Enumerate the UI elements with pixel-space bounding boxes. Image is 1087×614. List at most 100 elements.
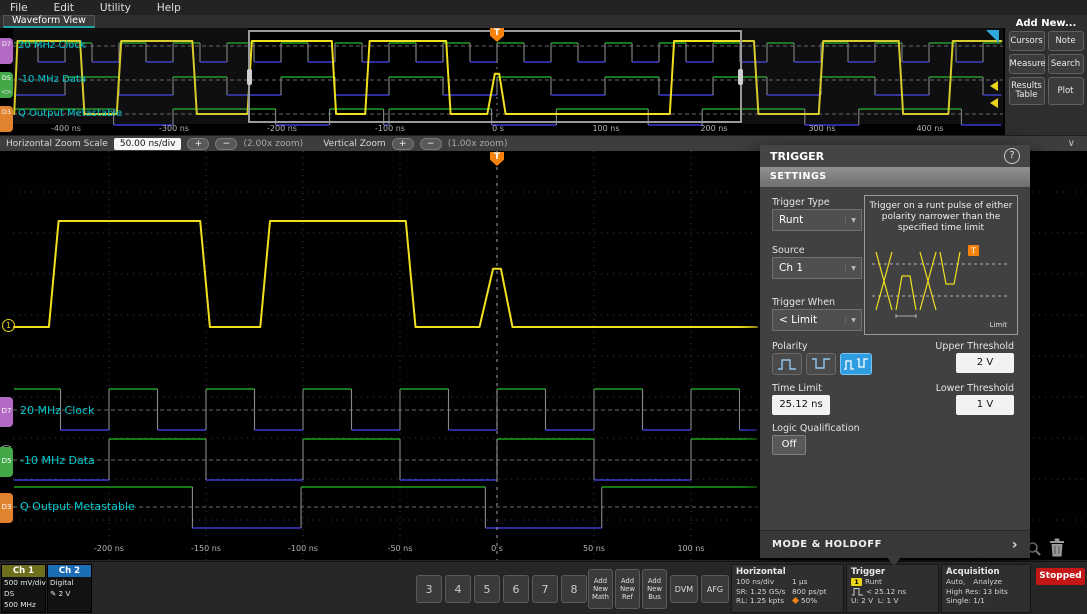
h-zoom-out-button[interactable]: − (215, 137, 238, 150)
lower-threshold-label: Lower Threshold (935, 383, 1014, 394)
channel-8-button[interactable]: 8 (561, 575, 587, 603)
add-new-title: Add New... (1015, 18, 1077, 29)
channel-6-button[interactable]: 6 (503, 575, 529, 603)
source-dropdown[interactable]: Ch 1 ▼ (772, 257, 862, 279)
help-button[interactable]: ? (1004, 148, 1020, 164)
main-badge-d7[interactable]: D7 (0, 397, 13, 427)
main-channel-label-data: -10 MHz Data (20, 454, 95, 467)
menu-bar: File Edit Utility Help (0, 0, 1087, 15)
time-tick-label: 300 ns (808, 124, 836, 133)
trigger-type-dropdown[interactable]: Runt ▼ (772, 209, 862, 231)
add-measure-button[interactable]: Measure (1008, 54, 1046, 74)
time-limit-value[interactable]: 25.12 ns (772, 395, 830, 415)
channel-5-button[interactable]: 5 (474, 575, 500, 603)
v-zoom-factor: (1.00x zoom) (447, 138, 508, 149)
trigger-position-icon (791, 597, 800, 605)
zoom-window[interactable] (247, 30, 743, 123)
h-zoom-scale-value[interactable]: 50.00 ns/div (113, 137, 182, 150)
time-tick-label: -200 ns (94, 544, 124, 553)
trigger-when-dropdown[interactable]: < Limit ▼ (772, 309, 862, 331)
add-search-button[interactable]: Search (1047, 54, 1084, 74)
main-badge-d3[interactable]: D3 (0, 493, 13, 523)
collapse-chevron-icon[interactable]: ∨ (1068, 138, 1075, 149)
expand-icon[interactable]: <> (1, 88, 12, 96)
time-tick-label: -100 ns (375, 124, 405, 133)
source-label: Source (772, 245, 805, 256)
overview-channel-label-q: Q Output Metastable (18, 108, 123, 119)
polarity-positive-button[interactable] (772, 353, 802, 375)
caret-down-icon: ▼ (845, 216, 861, 224)
add-note-button[interactable]: Note (1047, 31, 1084, 51)
polarity-label: Polarity (772, 341, 808, 352)
lower-threshold-value[interactable]: 1 V (956, 395, 1014, 415)
main-channel-label-clock: 20 MHz Clock (20, 404, 95, 417)
time-tick-label: 0 s (492, 124, 504, 133)
menu-help[interactable]: Help (157, 2, 181, 14)
zoom-window-left-handle[interactable] (247, 68, 252, 85)
trigger-settings-tile[interactable]: Trigger 1 Runt < 25.12 ns U: 2 V L: 1 V (846, 564, 939, 613)
time-tick-label: 100 ns (592, 124, 620, 133)
time-tick-label: -200 ns (267, 124, 297, 133)
overview-channel-label-data: -10 MHz Data (18, 74, 86, 85)
polarity-negative-button[interactable] (806, 353, 836, 375)
ch1-badge-tile[interactable]: Ch 1 500 mV/div DS 500 MHz (1, 564, 46, 613)
dvm-button[interactable]: DVM (670, 575, 698, 603)
add-results-table-button[interactable]: Results Table (1008, 77, 1045, 105)
trigger-source-badge: 1 (851, 577, 862, 586)
logic-qualification-label: Logic Qualification (772, 423, 860, 434)
time-tick-label: 50 ns (583, 544, 605, 553)
upper-threshold-value[interactable]: 2 V (956, 353, 1014, 373)
time-tick-label: 0 s (491, 544, 503, 553)
add-new-bus-button[interactable]: Add New Bus (642, 569, 667, 609)
afg-button[interactable]: AFG (701, 575, 729, 603)
add-plot-button[interactable]: Plot (1047, 77, 1084, 105)
channel-marker-arrow-icon (990, 98, 998, 108)
h-zoom-in-button[interactable]: + (187, 137, 210, 150)
upper-threshold-label: Upper Threshold (935, 341, 1014, 352)
trash-icon[interactable] (1049, 538, 1065, 561)
tab-waveform-view[interactable]: Waveform View (3, 15, 95, 28)
polarity-either-button[interactable] (840, 353, 872, 375)
mode-holdoff-section[interactable]: MODE & HOLDOFF › (760, 530, 1030, 558)
ch1-waveform-handle[interactable]: 1 (2, 319, 15, 332)
v-zoom-out-button[interactable]: − (419, 137, 442, 150)
v-zoom-label: Vertical Zoom (323, 138, 386, 149)
svg-text:T: T (970, 247, 976, 256)
acquisition-settings-tile[interactable]: Acquisition Auto, Analyze High Res: 13 bi… (941, 564, 1031, 613)
menu-file[interactable]: File (10, 2, 28, 14)
h-zoom-factor: (2.00x zoom) (243, 138, 304, 149)
runt-negative-icon (812, 358, 830, 369)
ch1-bandwidth: 500 MHz (4, 600, 36, 609)
channel-3-button[interactable]: 3 (416, 575, 442, 603)
stopped-button[interactable]: Stopped (1036, 568, 1085, 585)
bottom-bar: Ch 1 500 mV/div DS 500 MHz Ch 2 Digital … (0, 561, 1087, 614)
caret-down-icon: ▼ (845, 264, 861, 272)
logic-qualification-toggle[interactable]: Off (772, 435, 806, 455)
menu-edit[interactable]: Edit (54, 2, 74, 14)
runt-condition-icon (852, 587, 863, 596)
menu-utility[interactable]: Utility (100, 2, 131, 14)
time-limit-label: Time Limit (772, 383, 822, 394)
trigger-panel-header: TRIGGER ? (760, 145, 1030, 167)
add-new-math-button[interactable]: Add New Math (588, 569, 613, 609)
limit-label: Limit (989, 321, 1007, 329)
overview-badge-d7[interactable]: D7 (0, 38, 13, 64)
panel-pointer (886, 556, 902, 566)
main-badge-d5[interactable]: D5 (0, 447, 13, 477)
horizontal-settings-tile[interactable]: Horizontal 100 ns/div 1 µs SR: 1.25 GS/s 8… (731, 564, 844, 613)
add-new-ref-button[interactable]: Add New Ref (615, 569, 640, 609)
trigger-level-indicator-icon[interactable] (986, 30, 999, 43)
runt-illustration: T (872, 245, 1010, 318)
ch2-badge-tile[interactable]: Ch 2 Digital ✎ 2 V (47, 564, 92, 613)
ch1-title: Ch 1 (2, 565, 45, 577)
v-zoom-in-button[interactable]: + (391, 137, 414, 150)
ch2-threshold: ✎ 2 V (50, 589, 71, 598)
time-tick-label: -50 ns (387, 544, 413, 553)
channel-7-button[interactable]: 7 (532, 575, 558, 603)
add-cursors-button[interactable]: Cursors (1008, 31, 1045, 51)
zoom-window-right-handle[interactable] (738, 68, 743, 85)
channel-button-row: 3 4 5 6 7 8 (416, 575, 587, 603)
settings-section-header: SETTINGS (760, 167, 1030, 187)
channel-4-button[interactable]: 4 (445, 575, 471, 603)
overview-time-axis: -400 ns -300 ns -200 ns -100 ns 0 s 100 ns 200… (0, 124, 1005, 134)
